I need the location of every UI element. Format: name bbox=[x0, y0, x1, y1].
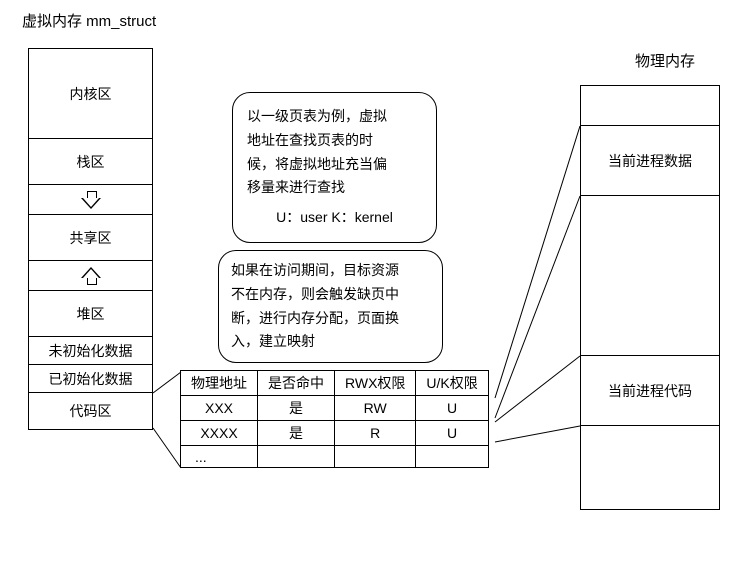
note-line: 不在内存，则会触发缺页中 bbox=[231, 283, 430, 307]
vm-seg-label: 栈区 bbox=[77, 152, 105, 172]
note-line: 断，进行内存分配，页面换 bbox=[231, 307, 430, 331]
vm-seg-label: 未初始化数据 bbox=[49, 341, 133, 361]
cell-phys-addr: ... bbox=[181, 446, 258, 468]
vm-seg-heap: 堆区 bbox=[29, 291, 152, 337]
vm-seg-kernel: 内核区 bbox=[29, 49, 152, 139]
vm-seg-data: 已初始化数据 bbox=[29, 365, 152, 393]
phys-proc-data: 当前进程数据 bbox=[581, 126, 719, 196]
note-line: 入，建立映射 bbox=[231, 330, 430, 354]
phys-gap bbox=[581, 426, 719, 511]
phys-label: 当前进程代码 bbox=[608, 381, 692, 401]
vm-seg-code: 代码区 bbox=[29, 393, 152, 429]
vm-seg-label: 堆区 bbox=[77, 304, 105, 324]
vm-seg-shared: 共享区 bbox=[29, 215, 152, 261]
vm-seg-label: 已初始化数据 bbox=[49, 369, 133, 389]
cell-rwx: R bbox=[335, 421, 416, 446]
vm-title: 虚拟内存 mm_struct bbox=[22, 10, 156, 31]
cell-uk: U bbox=[416, 396, 488, 421]
note-page-table-lookup: 以一级页表为例，虚拟 地址在查找页表的时 候，将虚拟地址充当偏 移量来进行查找 … bbox=[232, 92, 437, 243]
cell-hit: 是 bbox=[258, 396, 335, 421]
page-table: 物理地址 是否命中 RWX权限 U/K权限 XXX 是 RW U XXXX 是 … bbox=[180, 370, 489, 468]
arrow-up-icon bbox=[81, 267, 101, 285]
col-rwx: RWX权限 bbox=[335, 371, 416, 396]
cell-phys-addr: XXX bbox=[181, 396, 258, 421]
note-line: 候，将虚拟地址充当偏 bbox=[247, 153, 422, 177]
phys-title: 物理内存 bbox=[635, 50, 695, 71]
cell-rwx bbox=[335, 446, 416, 468]
table-row: XXXX 是 R U bbox=[181, 421, 489, 446]
arrow-down-icon bbox=[81, 191, 101, 209]
vm-seg-bss: 未初始化数据 bbox=[29, 337, 152, 365]
phys-gap bbox=[581, 196, 719, 356]
col-phys-addr: 物理地址 bbox=[181, 371, 258, 396]
cell-hit: 是 bbox=[258, 421, 335, 446]
cell-uk: U bbox=[416, 421, 488, 446]
cell-hit bbox=[258, 446, 335, 468]
phys-proc-code: 当前进程代码 bbox=[581, 356, 719, 426]
col-hit: 是否命中 bbox=[258, 371, 335, 396]
cell-uk bbox=[416, 446, 488, 468]
vm-seg-stack: 栈区 bbox=[29, 139, 152, 185]
cell-phys-addr: XXXX bbox=[181, 421, 258, 446]
page-table-header-row: 物理地址 是否命中 RWX权限 U/K权限 bbox=[181, 371, 489, 396]
note-line: 如果在访问期间，目标资源 bbox=[231, 259, 430, 283]
vm-seg-label: 代码区 bbox=[70, 401, 112, 421]
cell-rwx: RW bbox=[335, 396, 416, 421]
phys-gap bbox=[581, 86, 719, 126]
vm-column: 内核区 栈区 共享区 堆区 未初始化数据 已初始化数据 代码区 bbox=[28, 48, 153, 430]
note-line: 以一级页表为例，虚拟 bbox=[247, 105, 422, 129]
table-row: ... bbox=[181, 446, 489, 468]
note-legend: U：user K：kernel bbox=[247, 206, 422, 230]
col-uk: U/K权限 bbox=[416, 371, 488, 396]
note-line: 地址在查找页表的时 bbox=[247, 129, 422, 153]
vm-seg-label: 内核区 bbox=[70, 84, 112, 104]
table-row: XXX 是 RW U bbox=[181, 396, 489, 421]
phys-label: 当前进程数据 bbox=[608, 151, 692, 171]
note-line: 移量来进行查找 bbox=[247, 176, 422, 200]
vm-heap-grow-arrow bbox=[29, 261, 152, 291]
phys-column: 当前进程数据 当前进程代码 bbox=[580, 85, 720, 510]
vm-stack-grow-arrow bbox=[29, 185, 152, 215]
note-page-fault: 如果在访问期间，目标资源 不在内存，则会触发缺页中 断，进行内存分配，页面换 入… bbox=[218, 250, 443, 363]
vm-seg-label: 共享区 bbox=[70, 228, 112, 248]
